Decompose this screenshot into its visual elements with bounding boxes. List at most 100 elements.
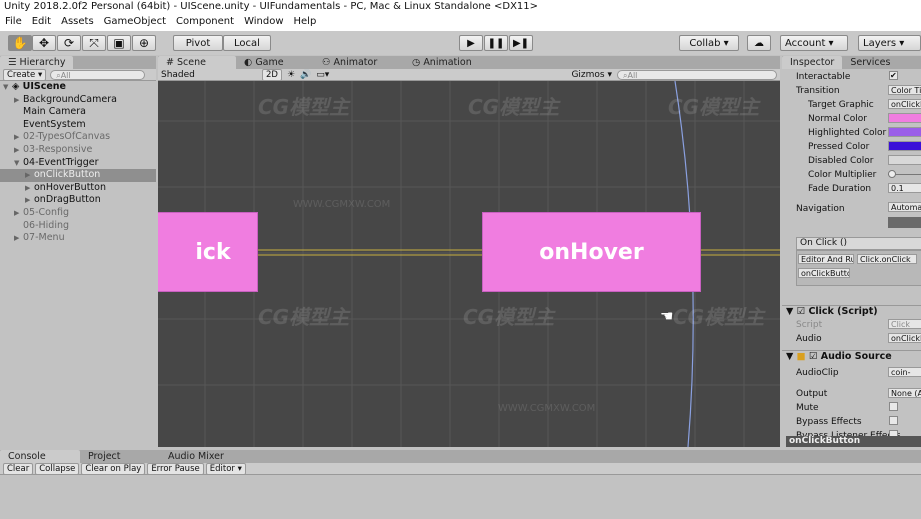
interactable-checkbox[interactable]: ✔ (889, 71, 898, 80)
scale-tool-button[interactable]: ⤧ (82, 35, 106, 51)
menu-gameobject[interactable]: GameObject (104, 16, 166, 30)
inspector-label: Transition (796, 86, 840, 96)
cloud-button[interactable]: ☁ (747, 35, 771, 51)
color-field[interactable] (888, 141, 921, 151)
tab-scene[interactable]: # Scene (158, 56, 236, 69)
color-multiplier-slider[interactable] (888, 170, 921, 178)
target-object-field[interactable]: onClickButton (798, 268, 850, 278)
menu-edit[interactable]: Edit (32, 16, 51, 30)
play-button[interactable]: ▶ (459, 35, 483, 51)
console-button-collapse[interactable]: Collapse (35, 462, 80, 475)
expand-arrow-icon[interactable]: ▶ (25, 182, 34, 195)
menu-file[interactable]: File (5, 16, 22, 30)
collab-button[interactable]: Collab ▾ (679, 35, 739, 51)
pivot-button[interactable]: Pivot (173, 35, 223, 51)
audio-checkbox[interactable] (889, 402, 898, 411)
inspector-label: Disabled Color (808, 156, 874, 166)
field[interactable]: 0.1 (888, 183, 921, 193)
field[interactable]: Color Tint (888, 85, 921, 95)
speaker-icon: ■ (796, 351, 806, 362)
effects-icon[interactable]: ▭▾ (316, 70, 329, 80)
tab-animation[interactable]: ◷ Animation (404, 56, 494, 69)
tab-animator[interactable]: ⚇ Animator (314, 56, 404, 69)
hierarchy-item[interactable]: ▶ 07-Menu (0, 232, 156, 245)
expand-arrow-icon[interactable]: ▶ (25, 169, 34, 182)
tab-project[interactable]: Project (80, 450, 160, 463)
console-button-editor-[interactable]: Editor ▾ (205, 462, 246, 475)
tab-services[interactable]: Services (842, 56, 898, 69)
runtime-dropdown[interactable]: Editor And Runtime (798, 254, 854, 264)
audio-label: Bypass Effects (796, 417, 862, 427)
expand-arrow-icon[interactable]: ▶ (25, 194, 34, 207)
pause-button[interactable]: ❚❚ (484, 35, 508, 51)
hierarchy-search-input[interactable]: ⌕All (50, 69, 146, 80)
tab-game[interactable]: ◐ Game (236, 56, 314, 69)
menu-assets[interactable]: Assets (61, 16, 94, 30)
rotate-tool-button[interactable]: ⟳ (57, 35, 81, 51)
tab-console[interactable]: Console (0, 450, 80, 463)
audio-field[interactable]: coin- (888, 367, 921, 377)
gizmos-dropdown[interactable]: Gizmos ▾ (571, 70, 612, 80)
tab-hierarchy[interactable]: ☰ Hierarchy (0, 56, 74, 69)
tab-audio-mixer[interactable]: Audio Mixer (160, 450, 240, 463)
color-field[interactable] (888, 113, 921, 123)
onhover-button-preview[interactable]: onHover (482, 212, 701, 292)
field[interactable]: onClickButton (888, 99, 921, 109)
menu-help[interactable]: Help (294, 16, 317, 30)
expand-arrow-icon[interactable]: ▼ (14, 157, 23, 170)
hierarchy-item[interactable]: ▶ 02-TypesOfCanvas (0, 131, 156, 144)
hierarchy-item[interactable]: ▼ 04-EventTrigger (0, 157, 156, 170)
hierarchy-item[interactable]: ▶ onClickButton (0, 169, 156, 182)
navigation-dropdown[interactable]: Automatic (888, 202, 921, 212)
hierarchy-item[interactable]: ▶ onDragButton (0, 194, 156, 207)
rect-tool-button[interactable]: ▣ (107, 35, 131, 51)
expand-arrow-icon[interactable]: ▶ (14, 207, 23, 220)
scene-root[interactable]: ▼ ◈ UIScene (0, 81, 156, 94)
hierarchy-item[interactable]: ▶ 05-Config (0, 207, 156, 220)
inspector-label: Interactable (796, 72, 851, 82)
color-field[interactable] (888, 155, 921, 165)
transform-tool-button[interactable]: ⊕ (132, 35, 156, 51)
lighting-icon[interactable]: ☀ (287, 70, 295, 80)
scene-viewport[interactable]: CG模型主 CG模型主 CG模型主 WWW.CGMXW.COM CG模型主 CG… (158, 81, 780, 447)
hierarchy-item[interactable]: ▶ BackgroundCamera (0, 94, 156, 107)
step-button[interactable]: ▶❚ (509, 35, 533, 51)
inspector-footer: onClickButton (786, 436, 921, 447)
create-button[interactable]: Create ▾ (3, 68, 47, 81)
console-button-clear[interactable]: Clear (3, 462, 34, 475)
console-button-error-pause[interactable]: Error Pause (147, 462, 204, 475)
function-dropdown[interactable]: Click.onClick (857, 254, 917, 264)
hierarchy-item[interactable]: 06-Hiding (0, 220, 156, 233)
move-tool-button[interactable]: ✥ (32, 35, 56, 51)
onclick-button-preview[interactable]: ick (158, 212, 258, 292)
expand-arrow-icon[interactable]: ▶ (14, 232, 23, 245)
hierarchy-item[interactable]: ▶ onHoverButton (0, 182, 156, 195)
click-script-header[interactable]: ▼ ☑ Click (Script) (782, 305, 921, 318)
scene-search-input[interactable]: ⌕All (617, 69, 777, 80)
menu-window[interactable]: Window (244, 16, 283, 30)
tab-inspector[interactable]: Inspector (782, 56, 843, 69)
audio-field[interactable]: None (Audio Mixer Group) (888, 388, 921, 398)
hierarchy-item[interactable]: ▶ 03-Responsive (0, 144, 156, 157)
audio-checkbox[interactable] (889, 416, 898, 425)
expand-arrow-icon[interactable]: ▶ (14, 131, 23, 144)
audio-field[interactable]: onClickButton (888, 333, 921, 343)
hierarchy-item[interactable]: Main Camera (0, 106, 156, 119)
local-button[interactable]: Local (223, 35, 271, 51)
expand-arrow-icon[interactable]: ▶ (14, 144, 23, 157)
visualize-button[interactable] (888, 217, 921, 228)
hand-tool-button[interactable]: ✋ (8, 35, 32, 51)
console-panel: Console Project Audio Mixer Clear Collapse C… (0, 450, 921, 519)
color-field[interactable] (888, 127, 921, 137)
account-button[interactable]: Account ▾ (780, 35, 848, 51)
audio-source-header[interactable]: ▼ ■ ☑ Audio Source (782, 350, 921, 363)
audio-icon[interactable]: 🔊 (300, 70, 311, 80)
menu-component[interactable]: Component (176, 16, 234, 30)
2d-toggle[interactable]: 2D (262, 68, 282, 81)
shading-dropdown[interactable]: Shaded (161, 70, 257, 80)
hierarchy-item[interactable]: EventSystem (0, 119, 156, 132)
expand-arrow-icon[interactable]: ▶ (14, 94, 23, 107)
inspector-label: Target Graphic (808, 100, 874, 110)
console-button-clear-on-play[interactable]: Clear on Play (81, 462, 146, 475)
layers-button[interactable]: Layers ▾ (858, 35, 921, 51)
